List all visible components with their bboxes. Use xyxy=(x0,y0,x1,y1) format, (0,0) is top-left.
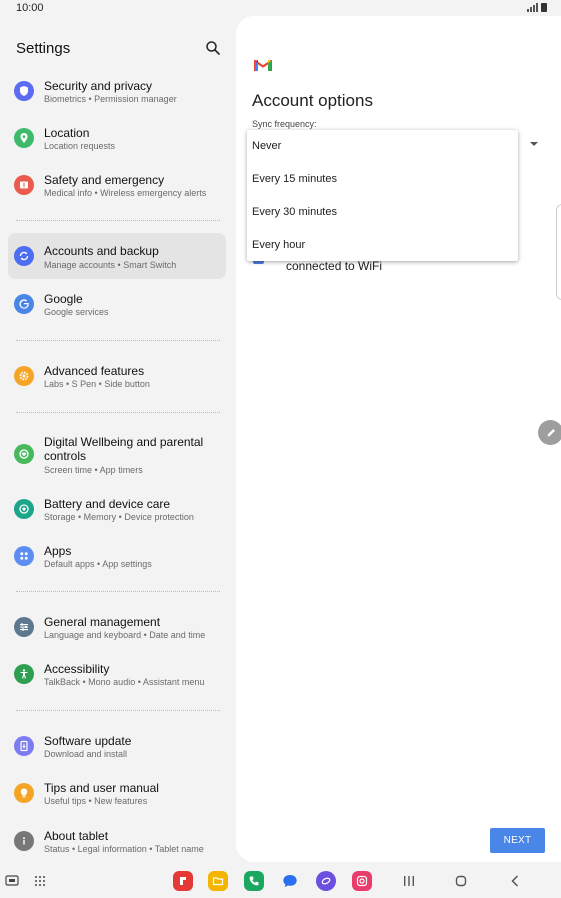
sync-frequency-dropdown: Never Every 15 minutes Every 30 minutes … xyxy=(247,130,518,261)
home-icon[interactable] xyxy=(455,875,467,887)
settings-item-general-management[interactable]: General management Language and keyboard… xyxy=(8,610,226,656)
settings-item-digital-wellbeing[interactable]: Digital Wellbeing and parental controls … xyxy=(8,431,226,479)
back-icon[interactable] xyxy=(510,875,520,887)
settings-item-accounts-backup[interactable]: Accounts and backup Manage accounts • Sm… xyxy=(8,233,226,279)
settings-item-title: Google xyxy=(44,292,83,306)
status-bar: 10:00 xyxy=(0,0,561,16)
section-divider xyxy=(16,220,220,221)
dropdown-option-never[interactable]: Never xyxy=(247,130,518,162)
option-label: Never xyxy=(252,140,282,152)
settings-title: Settings xyxy=(16,40,71,57)
dropdown-option-30-minutes[interactable]: Every 30 minutes xyxy=(247,196,518,228)
settings-item-google[interactable]: Google Google services xyxy=(8,287,226,333)
section-divider xyxy=(16,710,220,711)
dropdown-option-15-minutes[interactable]: Every 15 minutes xyxy=(247,163,518,195)
settings-item-title: Software update xyxy=(44,734,132,748)
chevron-down-icon[interactable] xyxy=(530,142,538,146)
status-icons xyxy=(527,3,547,12)
location-pin-icon xyxy=(14,128,34,148)
section-divider xyxy=(16,340,220,341)
gear-plus-icon xyxy=(14,366,34,386)
taskbar-toggle-icon[interactable] xyxy=(5,875,19,887)
settings-item-title: Accessibility xyxy=(44,662,110,676)
settings-item-title: Accounts and backup xyxy=(44,244,159,258)
lightbulb-icon xyxy=(14,783,34,803)
battery-icon xyxy=(541,3,547,12)
phone-app-icon[interactable] xyxy=(244,871,264,891)
settings-item-subtitle: Google services xyxy=(44,307,109,317)
search-icon[interactable] xyxy=(205,40,221,56)
navigation-bar xyxy=(0,862,561,898)
settings-item-apps[interactable]: Apps Default apps • App settings xyxy=(8,539,226,585)
settings-item-battery-device-care[interactable]: Battery and device care Storage • Memory… xyxy=(8,492,226,538)
section-divider xyxy=(16,412,220,413)
settings-item-subtitle: Status • Legal information • Tablet name xyxy=(44,844,204,854)
wifi-option-text: connected to WiFi xyxy=(286,259,383,273)
settings-item-subtitle: Storage • Memory • Device protection xyxy=(44,512,194,522)
settings-item-title: Safety and emergency xyxy=(44,173,165,187)
messages-app-icon[interactable] xyxy=(280,871,300,891)
settings-item-title: Digital Wellbeing and parental controls xyxy=(44,435,204,463)
camera-app-icon[interactable] xyxy=(352,871,372,891)
emergency-icon xyxy=(14,175,34,195)
section-divider xyxy=(16,591,220,592)
settings-item-subtitle: Useful tips • New features xyxy=(44,796,148,806)
side-panel-handle[interactable] xyxy=(556,204,561,300)
settings-item-title: Location xyxy=(44,126,90,140)
status-time: 10:00 xyxy=(16,2,44,14)
internet-app-icon[interactable] xyxy=(316,871,336,891)
settings-item-tips-manual[interactable]: Tips and user manual Useful tips • New f… xyxy=(8,776,226,822)
device-care-icon xyxy=(14,499,34,519)
option-label: Every 15 minutes xyxy=(252,173,337,185)
page-title: Account options xyxy=(252,91,373,110)
settings-item-subtitle: Language and keyboard • Date and time xyxy=(44,630,206,640)
google-icon xyxy=(14,294,34,314)
settings-item-title: Tips and user manual xyxy=(44,781,159,795)
dropdown-option-hour[interactable]: Every hour xyxy=(247,229,518,261)
settings-item-title: Advanced features xyxy=(44,364,145,378)
apps-grid-icon xyxy=(14,546,34,566)
settings-item-subtitle: Medical info • Wireless emergency alerts xyxy=(44,188,207,198)
settings-item-title: About tablet xyxy=(44,829,109,843)
sync-icon xyxy=(14,246,34,266)
accessibility-icon xyxy=(14,664,34,684)
settings-item-safety[interactable]: Safety and emergency Medical info • Wire… xyxy=(8,168,226,214)
shield-icon xyxy=(14,81,34,101)
option-label: Every hour xyxy=(252,239,306,251)
my-files-app-icon[interactable] xyxy=(208,871,228,891)
settings-item-title: General management xyxy=(44,615,161,629)
settings-item-advanced-features[interactable]: Advanced features Labs • S Pen • Side bu… xyxy=(8,359,226,405)
recent-apps-icon[interactable] xyxy=(403,875,415,887)
settings-item-subtitle: Labs • S Pen • Side button xyxy=(44,379,150,389)
signal-icon xyxy=(527,3,538,12)
settings-item-subtitle: Download and install xyxy=(44,749,128,759)
settings-item-subtitle: Default apps • App settings xyxy=(44,559,152,569)
settings-item-subtitle: TalkBack • Mono audio • Assistant menu xyxy=(44,677,205,687)
settings-item-title: Apps xyxy=(44,544,72,558)
settings-item-location[interactable]: Location Location requests xyxy=(8,121,226,167)
settings-item-subtitle: Screen time • App timers xyxy=(44,465,143,475)
next-button[interactable]: NEXT xyxy=(490,828,545,853)
gmail-logo-icon xyxy=(254,59,272,71)
flipboard-app-icon[interactable] xyxy=(173,871,193,891)
settings-item-subtitle: Location requests xyxy=(44,141,116,151)
edit-pencil-icon[interactable] xyxy=(538,420,561,445)
settings-item-accessibility[interactable]: Accessibility TalkBack • Mono audio • As… xyxy=(8,657,226,703)
settings-item-subtitle: Biometrics • Permission manager xyxy=(44,94,177,104)
sync-frequency-label: Sync frequency: xyxy=(252,119,317,129)
settings-item-security[interactable]: Security and privacy Biometrics • Permis… xyxy=(8,74,226,120)
settings-item-subtitle: Manage accounts • Smart Switch xyxy=(44,260,177,270)
sliders-icon xyxy=(14,617,34,637)
info-icon xyxy=(14,831,34,851)
software-update-icon xyxy=(14,736,34,756)
option-label: Every 30 minutes xyxy=(252,206,337,218)
app-drawer-icon[interactable] xyxy=(34,875,46,887)
settings-item-software-update[interactable]: Software update Download and install xyxy=(8,729,226,775)
wellbeing-icon xyxy=(14,444,34,464)
settings-item-title: Security and privacy xyxy=(44,79,153,93)
settings-item-title: Battery and device care xyxy=(44,497,171,511)
